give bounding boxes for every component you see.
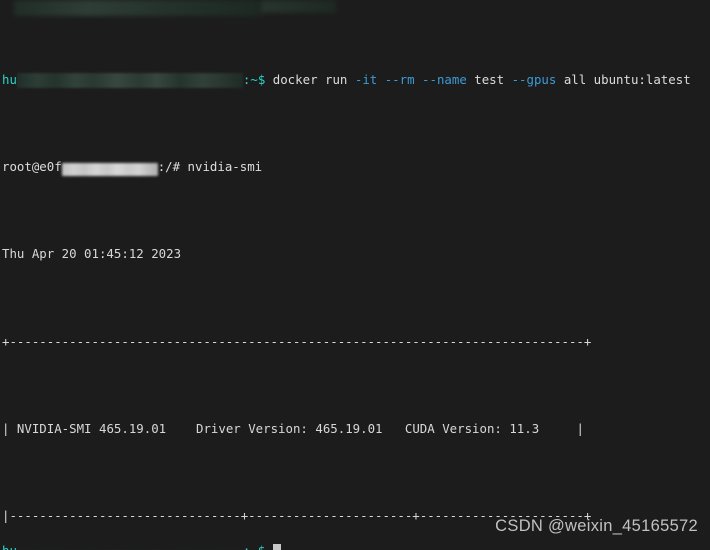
csdn-watermark: CSDN @weixin_45165572: [495, 517, 698, 535]
prompt-user-host: hu: [2, 71, 17, 87]
cuda-label: CUDA Version:: [404, 420, 502, 436]
terminal-output: hu :~$ docker run -it --rm --name test --…: [2, 1, 691, 550]
prompt-line-docker-run: hu :~$ docker run -it --rm --name test --…: [2, 71, 691, 89]
cmd-nvidia-smi: nvidia-smi: [187, 159, 263, 175]
cmd-docker: docker: [272, 71, 318, 87]
cmd-docker-subcommand: run: [325, 71, 348, 87]
prompt-user-host: hu: [2, 543, 17, 550]
redacted-container-id: [61, 162, 158, 176]
rule-top: +---------------------------------------…: [2, 333, 592, 349]
smi-header-line: | NVIDIA-SMI 465.19.01 Driver Version: 4…: [2, 420, 584, 436]
prompt-path-suffix: :~$: [243, 543, 273, 550]
flag-name: --name: [422, 71, 467, 87]
cuda-version: 11.3: [509, 420, 540, 436]
flag-it: -it: [354, 71, 378, 87]
prompt-line-nvidia-smi: root@e0f :/# nvidia-smi: [2, 158, 691, 176]
prompt-path-suffix: :~$: [242, 71, 273, 87]
smi-timestamp: Thu Apr 20 01:45:12 2023: [2, 246, 182, 262]
smi-version: 465.19.01: [99, 420, 167, 436]
smi-label: NVIDIA-SMI: [16, 420, 92, 436]
value-gpus: all: [563, 71, 587, 87]
value-image: ubuntu:latest: [593, 71, 691, 87]
flag-gpus: --gpus: [511, 71, 557, 87]
terminal-cursor[interactable]: [272, 544, 281, 550]
value-container-name: test: [474, 71, 505, 87]
redacted-hostname: [16, 73, 243, 89]
flag-rm: --rm: [384, 71, 415, 87]
driver-label: Driver Version:: [195, 420, 308, 436]
terminal-window[interactable]: hu :~$ docker run -it --rm --name test --…: [0, 0, 710, 550]
root-prompt-suffix: :/#: [157, 159, 188, 175]
driver-version: 465.19.01: [315, 420, 383, 436]
root-prompt-prefix: root@e0f: [2, 159, 62, 175]
bottom-prompt-line-clipped: hu :~$: [2, 542, 281, 550]
